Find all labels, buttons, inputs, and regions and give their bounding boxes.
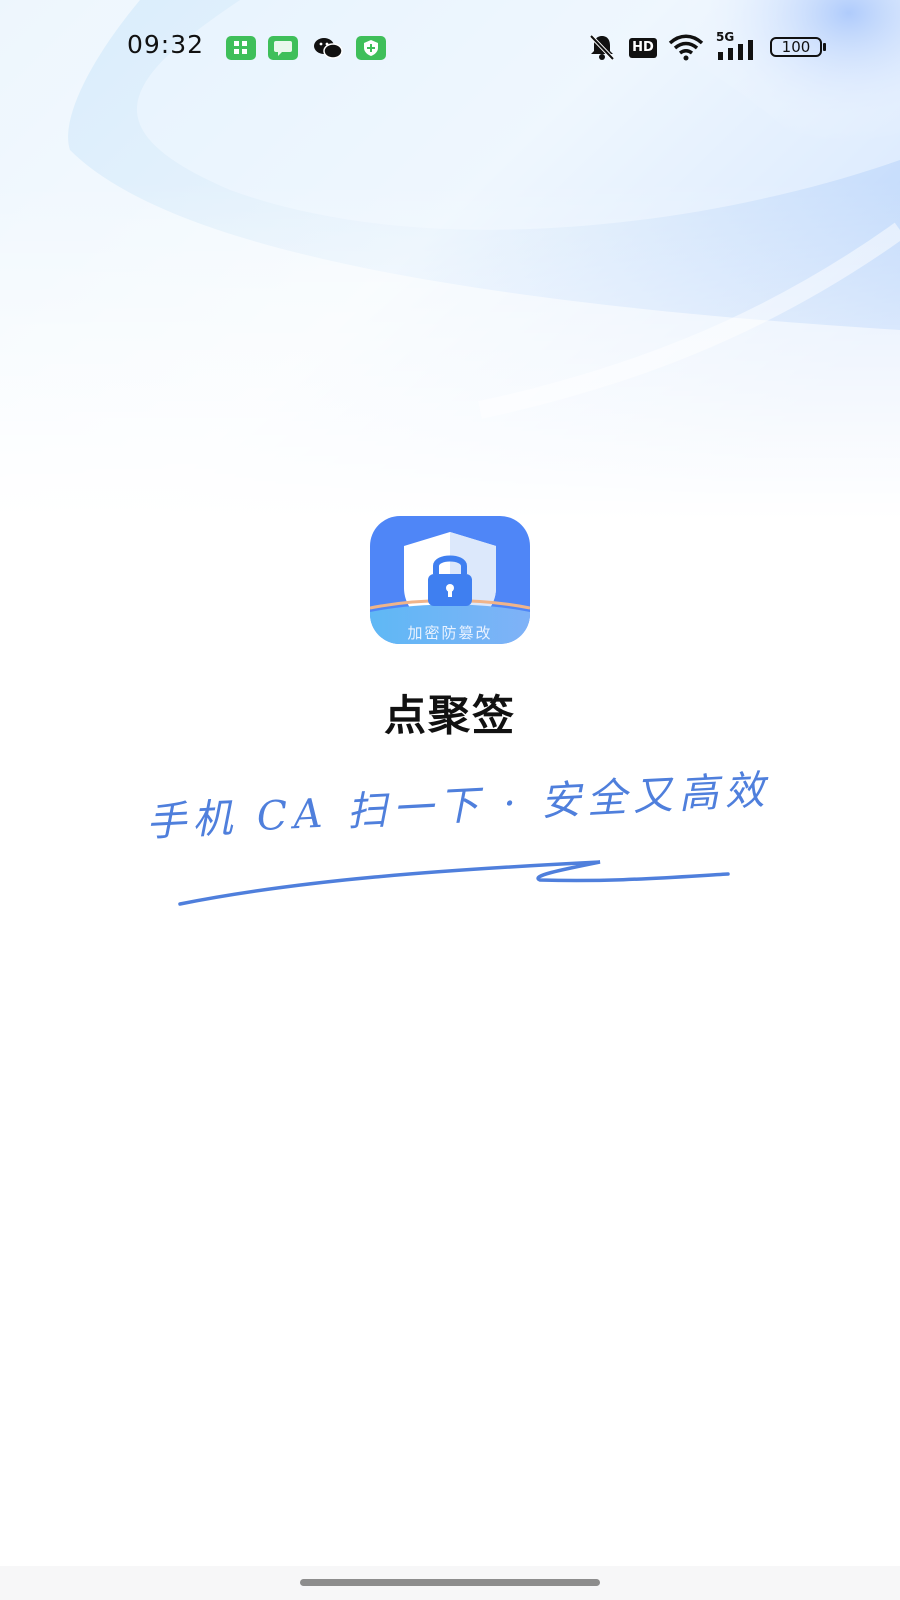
home-indicator[interactable]: [300, 1579, 600, 1586]
status-time: 09:32: [127, 30, 205, 59]
battery-icon: 100: [770, 37, 822, 57]
app-icon-caption: 加密防篡改: [407, 624, 492, 642]
splash-screen: 09:32 HD 5G 100 加密防篡改 点聚签 手机 CA 扫一下 · 安全…: [0, 0, 900, 1600]
signal-5g-icon: 5G: [716, 30, 760, 62]
app-grid-icon: [226, 36, 256, 60]
battery-tip: [823, 43, 826, 51]
status-bar: 09:32 HD 5G 100: [0, 0, 900, 96]
wifi-icon: [668, 34, 704, 61]
app-logo-icon: 加密防篡改: [370, 516, 530, 644]
silent-bell-icon: [589, 34, 615, 61]
signal-bars: [718, 40, 753, 60]
wechat-icon: [314, 38, 343, 59]
shield-plus-icon: [356, 36, 386, 60]
app-name: 点聚签: [383, 691, 516, 740]
message-icon: [268, 36, 298, 60]
slogan-block: 手机 CA 扫一下 · 安全又高效: [140, 767, 772, 910]
hd-icon: HD: [629, 38, 657, 58]
slogan-underline: [178, 860, 730, 906]
battery-level: 100: [781, 38, 811, 56]
